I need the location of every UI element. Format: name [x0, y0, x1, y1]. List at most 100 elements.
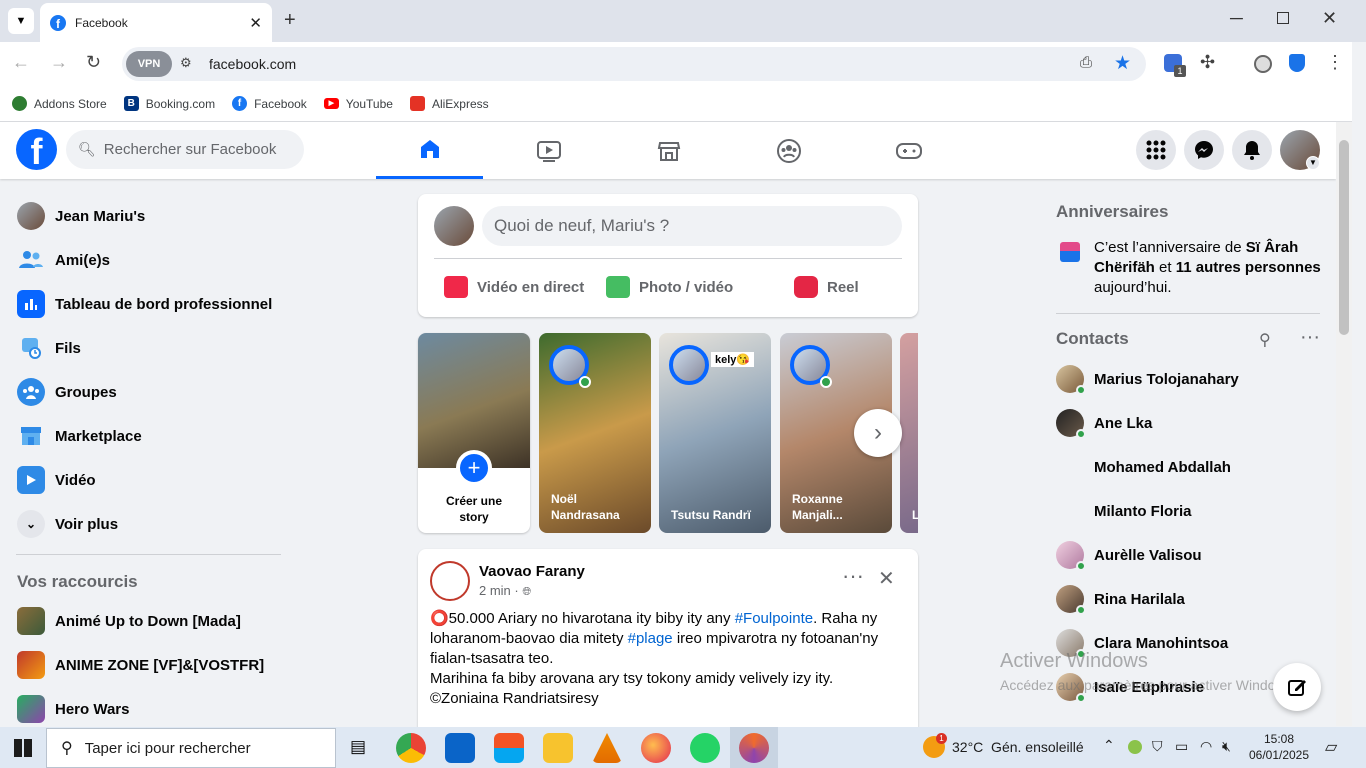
story-card[interactable]: L A	[900, 333, 918, 533]
browser-tab[interactable]: f Facebook ✕	[40, 3, 272, 42]
weather-badge: 1	[936, 733, 947, 744]
close-tab-icon[interactable]: ✕	[249, 14, 262, 32]
search-contacts-icon[interactable]: ⚲	[1259, 330, 1271, 350]
close-window-button[interactable]: ✕	[1322, 8, 1337, 29]
store-icon[interactable]	[494, 733, 524, 763]
account-chevron-icon[interactable]: ▼	[1306, 156, 1320, 170]
outlook-icon[interactable]	[445, 733, 475, 763]
active-app-highlight[interactable]	[730, 727, 778, 768]
whatsapp-icon[interactable]	[690, 733, 720, 763]
security-icon[interactable]: ⛉	[1152, 738, 1163, 755]
weather-text[interactable]: 32°C Gén. ensoleillé	[952, 739, 1084, 755]
install-app-icon[interactable]: ⎙	[1080, 54, 1092, 71]
contact-item[interactable]: Marius Tolojanahary	[1056, 357, 1239, 401]
tab-list-button[interactable]: ▼	[8, 8, 34, 34]
video-icon	[17, 466, 45, 494]
notifications-button[interactable]	[1232, 130, 1272, 170]
reel-button[interactable]: Reel	[794, 270, 859, 304]
whats-on-your-mind-input[interactable]: Quoi de neuf, Mariu's ?	[482, 206, 902, 246]
maximize-button[interactable]	[1277, 12, 1289, 24]
bookmark-booking[interactable]: B Booking.com	[123, 96, 215, 111]
shortcut-item[interactable]: ANIME ZONE [VF]&[VOSTFR]	[8, 643, 288, 687]
menu-dots-icon[interactable]: ⋮	[1326, 52, 1344, 73]
file-explorer-icon[interactable]	[543, 733, 573, 763]
taskbar-search[interactable]: ⚲ Taper ici pour rechercher	[46, 728, 336, 768]
add-story-icon[interactable]: +	[456, 450, 492, 486]
shortcut-item[interactable]: Animé Up to Down [Mada]	[8, 599, 288, 643]
page-avatar[interactable]	[430, 561, 470, 601]
new-tab-button[interactable]: +	[284, 9, 296, 32]
task-view-icon[interactable]: ▤	[350, 737, 366, 757]
contact-item[interactable]: Aurèlle Valisou	[1056, 533, 1202, 577]
volume-mute-icon[interactable]: 🔇︎	[1222, 738, 1231, 755]
vpn-button[interactable]: VPN	[126, 51, 172, 77]
tray-app-icon[interactable]	[1128, 740, 1142, 754]
contact-item[interactable]: Ane Lka	[1056, 401, 1152, 445]
hashtag-link[interactable]: #Foulpointe	[735, 610, 813, 627]
clock[interactable]: 15:08 06/01/2025	[1248, 731, 1310, 763]
sidebar-item-profile[interactable]: Jean Mariu's	[8, 194, 288, 238]
extensions-puzzle-icon[interactable]: ✣	[1200, 52, 1215, 73]
chevron-down-icon: ⌄	[17, 510, 45, 538]
new-message-button[interactable]	[1273, 663, 1321, 711]
bookmark-youtube[interactable]: ▶ YouTube	[323, 97, 393, 111]
nav-marketplace[interactable]	[615, 122, 722, 179]
avatar	[1056, 497, 1084, 525]
shield-icon[interactable]	[1289, 54, 1305, 72]
contact-item[interactable]: Mohamed Abdallah	[1056, 445, 1231, 489]
post-author[interactable]: Vaovao Farany	[479, 563, 585, 580]
facebook-logo[interactable]: f	[16, 129, 57, 170]
more-options-icon[interactable]: ···	[842, 563, 864, 589]
shortcut-item[interactable]: Hero Wars	[8, 687, 288, 731]
firefox-icon[interactable]	[641, 733, 671, 763]
forward-icon[interactable]: →	[50, 52, 68, 73]
create-story-card[interactable]: + Créer une story	[418, 333, 530, 533]
sidebar-item-friends[interactable]: Ami(e)s	[8, 238, 288, 282]
sidebar-item-dashboard[interactable]: Tableau de bord professionnel	[8, 282, 288, 326]
online-indicator	[1076, 693, 1086, 703]
reload-icon[interactable]: ↻	[86, 52, 101, 73]
menu-button[interactable]	[1136, 130, 1176, 170]
nav-groups[interactable]	[735, 122, 842, 179]
chrome-icon[interactable]	[396, 733, 426, 763]
bookmark-facebook[interactable]: f Facebook	[232, 96, 307, 111]
photo-video-button[interactable]: Photo / vidéo	[606, 270, 733, 304]
sidebar-item-feeds[interactable]: Fils	[8, 326, 288, 370]
bookmark-addons-store[interactable]: Addons Store	[12, 96, 107, 111]
close-icon[interactable]: ✕	[878, 566, 895, 591]
facebook-search[interactable]: 🔍︎ Rechercher sur Facebook	[66, 130, 304, 169]
vlc-icon[interactable]	[592, 733, 622, 763]
tray-chevron-icon[interactable]: ⌃	[1103, 737, 1115, 754]
wifi-icon[interactable]: ◠	[1200, 738, 1212, 755]
minimize-button[interactable]: ─	[1230, 8, 1243, 29]
more-options-icon[interactable]: ···	[1300, 326, 1320, 349]
nav-home[interactable]	[376, 122, 483, 179]
hashtag-link[interactable]: #plage	[628, 630, 673, 647]
notifications-icon[interactable]: ▱	[1325, 737, 1337, 757]
page-scrollbar[interactable]	[1336, 122, 1352, 726]
sidebar-item-video[interactable]: Vidéo	[8, 458, 288, 502]
battery-icon[interactable]: ▭	[1175, 738, 1188, 755]
messenger-button[interactable]	[1184, 130, 1224, 170]
scrollbar-thumb[interactable]	[1339, 140, 1349, 335]
sidebar-item-marketplace[interactable]: Marketplace	[8, 414, 288, 458]
nav-gaming[interactable]	[855, 122, 962, 179]
story-overlay-text: kely😘	[711, 352, 755, 367]
address-bar[interactable]: VPN ⚙ facebook.com ⎙ ★	[122, 47, 1146, 81]
sidebar-item-see-more[interactable]: ⌄ Voir plus	[8, 502, 288, 546]
story-card[interactable]: kely😘 Tsutsu Randrï	[659, 333, 771, 533]
windows-start-icon[interactable]	[14, 739, 32, 757]
story-card[interactable]: Noël Nandrasana	[539, 333, 651, 533]
live-video-button[interactable]: Vidéo en direct	[444, 270, 584, 304]
profile-icon[interactable]	[1254, 55, 1272, 73]
contact-item[interactable]: Milanto Floria	[1056, 489, 1192, 533]
sidebar-item-groups[interactable]: Groupes	[8, 370, 288, 414]
site-info-icon[interactable]: ⚙	[180, 55, 192, 71]
bookmark-star-icon[interactable]: ★	[1114, 52, 1131, 75]
stories-next-button[interactable]: ›	[854, 409, 902, 457]
nav-video[interactable]	[495, 122, 602, 179]
contact-item[interactable]: Rina Harilala	[1056, 577, 1185, 621]
birthday-text[interactable]: C’est l’anniversaire de Sï Ârah Chërifäh…	[1094, 238, 1324, 298]
bookmark-aliexpress[interactable]: AliExpress	[409, 96, 489, 111]
back-icon[interactable]: ←	[12, 52, 30, 73]
